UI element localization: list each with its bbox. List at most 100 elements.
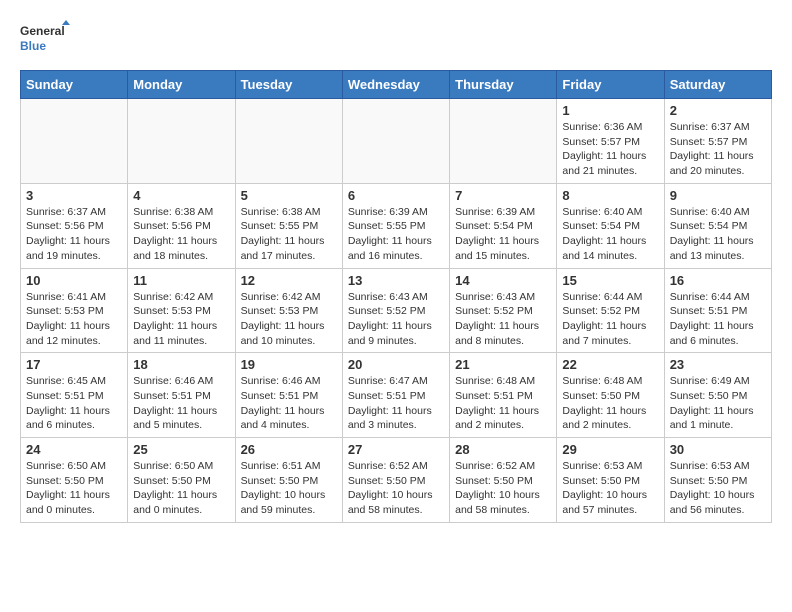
day-number: 17: [26, 357, 122, 372]
calendar-cell: 21 Sunrise: 6:48 AMSunset: 5:51 PMDayligh…: [450, 353, 557, 438]
day-number: 12: [241, 273, 337, 288]
day-number: 23: [670, 357, 766, 372]
calendar-cell: 7 Sunrise: 6:39 AMSunset: 5:54 PMDaylight…: [450, 183, 557, 268]
day-number: 15: [562, 273, 658, 288]
calendar-week-1: 1 Sunrise: 6:36 AMSunset: 5:57 PMDaylight…: [21, 99, 772, 184]
calendar-cell: 3 Sunrise: 6:37 AMSunset: 5:56 PMDaylight…: [21, 183, 128, 268]
day-number: 21: [455, 357, 551, 372]
calendar-cell: 25 Sunrise: 6:50 AMSunset: 5:50 PMDayligh…: [128, 438, 235, 523]
calendar-cell: 30Sunrise: 6:53 AMSunset: 5:50 PMDayligh…: [664, 438, 771, 523]
calendar-cell: [128, 99, 235, 184]
day-info: Sunrise: 6:37 AMSunset: 5:57 PMDaylight:…: [670, 120, 766, 179]
day-info: Sunrise: 6:51 AMSunset: 5:50 PMDaylight:…: [241, 459, 337, 518]
day-info: Sunrise: 6:39 AMSunset: 5:55 PMDaylight:…: [348, 205, 444, 264]
day-number: 25: [133, 442, 229, 457]
calendar-cell: 2 Sunrise: 6:37 AMSunset: 5:57 PMDaylight…: [664, 99, 771, 184]
day-info: Sunrise: 6:47 AMSunset: 5:51 PMDaylight:…: [348, 374, 444, 433]
day-number: 18: [133, 357, 229, 372]
day-number: 28: [455, 442, 551, 457]
calendar-cell: 9 Sunrise: 6:40 AMSunset: 5:54 PMDaylight…: [664, 183, 771, 268]
day-info: Sunrise: 6:50 AMSunset: 5:50 PMDaylight:…: [133, 459, 229, 518]
calendar-week-5: 24 Sunrise: 6:50 AMSunset: 5:50 PMDayligh…: [21, 438, 772, 523]
day-info: Sunrise: 6:43 AMSunset: 5:52 PMDaylight:…: [348, 290, 444, 349]
calendar-cell: 12 Sunrise: 6:42 AMSunset: 5:53 PMDayligh…: [235, 268, 342, 353]
weekday-header-wednesday: Wednesday: [342, 71, 449, 99]
day-info: Sunrise: 6:53 AMSunset: 5:50 PMDaylight:…: [562, 459, 658, 518]
logo-svg: General Blue: [20, 20, 70, 60]
day-info: Sunrise: 6:52 AMSunset: 5:50 PMDaylight:…: [348, 459, 444, 518]
calendar-week-2: 3 Sunrise: 6:37 AMSunset: 5:56 PMDaylight…: [21, 183, 772, 268]
day-info: Sunrise: 6:42 AMSunset: 5:53 PMDaylight:…: [133, 290, 229, 349]
day-info: Sunrise: 6:42 AMSunset: 5:53 PMDaylight:…: [241, 290, 337, 349]
calendar-cell: 18 Sunrise: 6:46 AMSunset: 5:51 PMDayligh…: [128, 353, 235, 438]
weekday-header-thursday: Thursday: [450, 71, 557, 99]
calendar-cell: 6Sunrise: 6:39 AMSunset: 5:55 PMDaylight…: [342, 183, 449, 268]
day-info: Sunrise: 6:48 AMSunset: 5:51 PMDaylight:…: [455, 374, 551, 433]
svg-text:General: General: [20, 24, 65, 38]
weekday-header-monday: Monday: [128, 71, 235, 99]
day-number: 29: [562, 442, 658, 457]
calendar-cell: [235, 99, 342, 184]
day-info: Sunrise: 6:50 AMSunset: 5:50 PMDaylight:…: [26, 459, 122, 518]
day-info: Sunrise: 6:46 AMSunset: 5:51 PMDaylight:…: [133, 374, 229, 433]
day-number: 9: [670, 188, 766, 203]
weekday-header-friday: Friday: [557, 71, 664, 99]
day-number: 2: [670, 103, 766, 118]
calendar-cell: 5 Sunrise: 6:38 AMSunset: 5:55 PMDaylight…: [235, 183, 342, 268]
weekday-header-saturday: Saturday: [664, 71, 771, 99]
day-info: Sunrise: 6:37 AMSunset: 5:56 PMDaylight:…: [26, 205, 122, 264]
weekday-header-tuesday: Tuesday: [235, 71, 342, 99]
day-number: 3: [26, 188, 122, 203]
calendar-cell: 29 Sunrise: 6:53 AMSunset: 5:50 PMDayligh…: [557, 438, 664, 523]
day-number: 24: [26, 442, 122, 457]
day-number: 27: [348, 442, 444, 457]
day-info: Sunrise: 6:45 AMSunset: 5:51 PMDaylight:…: [26, 374, 122, 433]
calendar-cell: [342, 99, 449, 184]
calendar-cell: 8 Sunrise: 6:40 AMSunset: 5:54 PMDaylight…: [557, 183, 664, 268]
day-number: 5: [241, 188, 337, 203]
day-info: Sunrise: 6:44 AMSunset: 5:51 PMDaylight:…: [670, 290, 766, 349]
day-info: Sunrise: 6:38 AMSunset: 5:55 PMDaylight:…: [241, 205, 337, 264]
calendar-cell: 19Sunrise: 6:46 AMSunset: 5:51 PMDayligh…: [235, 353, 342, 438]
day-info: Sunrise: 6:40 AMSunset: 5:54 PMDaylight:…: [562, 205, 658, 264]
day-number: 8: [562, 188, 658, 203]
calendar-cell: 14Sunrise: 6:43 AMSunset: 5:52 PMDayligh…: [450, 268, 557, 353]
day-info: Sunrise: 6:44 AMSunset: 5:52 PMDaylight:…: [562, 290, 658, 349]
calendar-week-3: 10 Sunrise: 6:41 AMSunset: 5:53 PMDayligh…: [21, 268, 772, 353]
day-info: Sunrise: 6:41 AMSunset: 5:53 PMDaylight:…: [26, 290, 122, 349]
calendar-cell: 1 Sunrise: 6:36 AMSunset: 5:57 PMDaylight…: [557, 99, 664, 184]
calendar-week-4: 17 Sunrise: 6:45 AMSunset: 5:51 PMDayligh…: [21, 353, 772, 438]
day-info: Sunrise: 6:49 AMSunset: 5:50 PMDaylight:…: [670, 374, 766, 433]
day-info: Sunrise: 6:52 AMSunset: 5:50 PMDaylight:…: [455, 459, 551, 518]
calendar-cell: 11 Sunrise: 6:42 AMSunset: 5:53 PMDayligh…: [128, 268, 235, 353]
day-number: 11: [133, 273, 229, 288]
header: General Blue: [20, 20, 772, 60]
calendar-cell: 28 Sunrise: 6:52 AMSunset: 5:50 PMDayligh…: [450, 438, 557, 523]
calendar-cell: 13 Sunrise: 6:43 AMSunset: 5:52 PMDayligh…: [342, 268, 449, 353]
day-number: 13: [348, 273, 444, 288]
calendar-cell: 10 Sunrise: 6:41 AMSunset: 5:53 PMDayligh…: [21, 268, 128, 353]
svg-text:Blue: Blue: [20, 39, 46, 53]
day-number: 1: [562, 103, 658, 118]
day-number: 26: [241, 442, 337, 457]
logo: General Blue: [20, 20, 70, 60]
calendar-cell: 27 Sunrise: 6:52 AMSunset: 5:50 PMDayligh…: [342, 438, 449, 523]
day-number: 10: [26, 273, 122, 288]
weekday-header-row: SundayMondayTuesdayWednesdayThursdayFrid…: [21, 71, 772, 99]
calendar-cell: [21, 99, 128, 184]
day-info: Sunrise: 6:39 AMSunset: 5:54 PMDaylight:…: [455, 205, 551, 264]
day-info: Sunrise: 6:38 AMSunset: 5:56 PMDaylight:…: [133, 205, 229, 264]
day-info: Sunrise: 6:40 AMSunset: 5:54 PMDaylight:…: [670, 205, 766, 264]
day-number: 19: [241, 357, 337, 372]
calendar-cell: 24 Sunrise: 6:50 AMSunset: 5:50 PMDayligh…: [21, 438, 128, 523]
day-number: 14: [455, 273, 551, 288]
calendar-cell: 23 Sunrise: 6:49 AMSunset: 5:50 PMDayligh…: [664, 353, 771, 438]
calendar-cell: 20 Sunrise: 6:47 AMSunset: 5:51 PMDayligh…: [342, 353, 449, 438]
day-info: Sunrise: 6:53 AMSunset: 5:50 PMDaylight:…: [670, 459, 766, 518]
day-info: Sunrise: 6:36 AMSunset: 5:57 PMDaylight:…: [562, 120, 658, 179]
day-number: 7: [455, 188, 551, 203]
day-number: 16: [670, 273, 766, 288]
calendar-cell: 4 Sunrise: 6:38 AMSunset: 5:56 PMDaylight…: [128, 183, 235, 268]
day-number: 4: [133, 188, 229, 203]
day-number: 20: [348, 357, 444, 372]
